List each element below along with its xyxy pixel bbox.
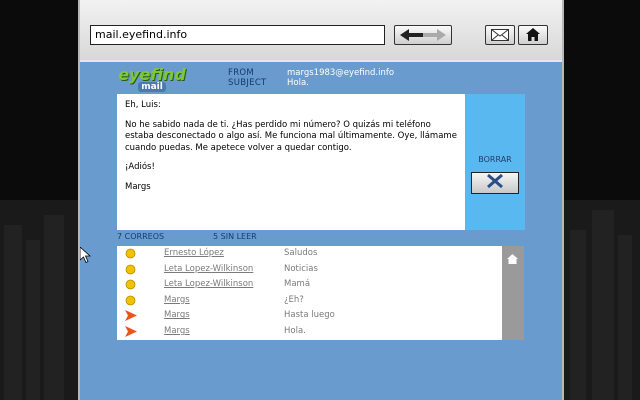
total-mail-count: 7 CORREOS xyxy=(117,232,165,241)
message-closing: ¡Adiós! xyxy=(125,162,155,172)
inbox-row[interactable]: Margs Hasta luego xyxy=(117,308,502,324)
inbox-subject: Hasta luego xyxy=(284,310,335,321)
inbox-row[interactable]: Margs ¿Eh? xyxy=(117,293,502,309)
orange-arrow-icon xyxy=(125,326,137,343)
address-bar[interactable]: mail.eyefind.info xyxy=(90,25,385,45)
mail-content: eyefind mail FROM SUBJECT margs1983@eyef… xyxy=(80,62,562,400)
message-signature: Margs xyxy=(125,181,151,192)
inbox-subject: Hola. xyxy=(284,326,306,336)
x-icon xyxy=(485,173,505,193)
message-actions-panel: BORRAR xyxy=(465,94,525,230)
envelope-icon xyxy=(491,26,509,45)
inbox-row[interactable]: Margs Hola. xyxy=(117,324,502,340)
house-icon xyxy=(526,26,540,45)
inbox-sender[interactable]: Margs xyxy=(164,308,190,323)
inbox-sender[interactable]: Margs xyxy=(164,293,190,308)
inbox-subject: Saludos xyxy=(284,248,318,258)
inbox-row[interactable]: Leta Lopez-Wilkinson Mamá xyxy=(117,277,502,293)
inbox-scrollbar[interactable] xyxy=(502,246,524,340)
mouse-cursor-icon xyxy=(79,246,92,267)
inbox-sender[interactable]: Margs xyxy=(164,324,190,339)
city-skyline-left xyxy=(0,200,78,400)
message-text: No he sabido nada de ti. ¿Has perdido mi… xyxy=(125,119,457,153)
inbox-subject: Noticias xyxy=(284,263,318,274)
message-body: Eh, Luis: No he sabido nada de ti. ¿Has … xyxy=(117,94,465,230)
logo-wordmark: eyefind xyxy=(118,64,186,84)
message-greeting: Eh, Luis: xyxy=(125,100,161,110)
from-label: FROM xyxy=(228,68,255,78)
inbox-row[interactable]: Ernesto López Saludos xyxy=(117,246,502,262)
subject-label: SUBJECT xyxy=(228,78,267,88)
back-forward-arrows-icon xyxy=(400,26,446,45)
home-button[interactable] xyxy=(518,25,548,45)
inbox-subject: ¿Eh? xyxy=(284,294,304,305)
inbox-sender[interactable]: Leta Lopez-Wilkinson xyxy=(164,277,253,292)
mail-button[interactable] xyxy=(485,25,515,45)
eyefind-mail-logo: eyefind mail xyxy=(116,66,188,92)
inbox-sender[interactable]: Ernesto López xyxy=(164,246,224,261)
browser-toolbar: mail.eyefind.info xyxy=(80,0,562,60)
inbox-subject: Mamá xyxy=(284,279,311,290)
city-skyline-right xyxy=(564,200,640,400)
inbox-row[interactable]: Leta Lopez-Wilkinson Noticias xyxy=(117,262,502,278)
subject-value: Hola. xyxy=(287,78,309,88)
browser-window: mail.eyefind.info eyefind mail FROM SUBJ… xyxy=(78,0,564,400)
inbox-sender[interactable]: Leta Lopez-Wilkinson xyxy=(164,262,253,277)
scroll-up-home-icon[interactable] xyxy=(507,249,518,268)
unread-mail-count: 5 SIN LEER xyxy=(213,232,257,241)
logo-subtitle: mail xyxy=(138,81,166,92)
inbox-list: Ernesto López Saludos Leta Lopez-Wilkins… xyxy=(117,246,502,340)
delete-label: BORRAR xyxy=(478,155,512,164)
from-value: margs1983@eyefind.info xyxy=(287,68,395,78)
delete-button[interactable] xyxy=(471,172,519,194)
back-forward-button[interactable] xyxy=(394,25,452,45)
